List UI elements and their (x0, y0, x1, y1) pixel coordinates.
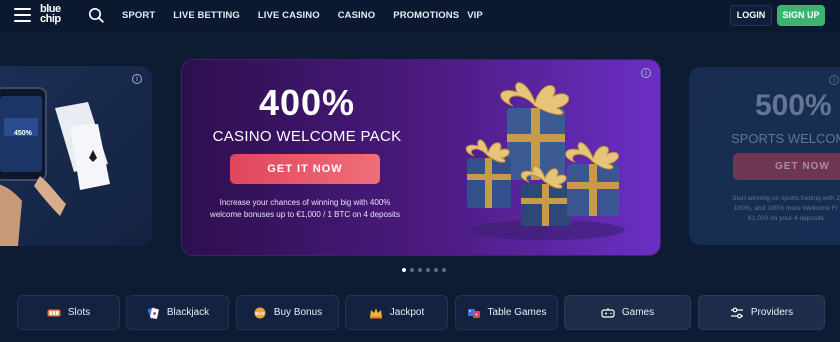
carousel-dot[interactable] (418, 268, 422, 272)
main-nav: SPORT LIVE BETTING LIVE CASINO CASINO PR… (122, 10, 501, 21)
top-header: blue chip SPORT LIVE BETTING LIVE CASINO… (0, 0, 840, 32)
carousel-dot[interactable] (426, 268, 430, 272)
carousel-dot[interactable] (442, 268, 446, 272)
promo-card-casino-welcome[interactable]: i 400% CASINO WELCOME PACK GET IT NOW In… (181, 59, 661, 256)
login-button[interactable]: LOGIN (730, 5, 772, 26)
sliders-icon (730, 307, 743, 318)
category-label: Providers (750, 307, 794, 318)
category-jackpot[interactable]: Jackpot (345, 295, 448, 330)
nav-live-casino[interactable]: LIVE CASINO (258, 10, 320, 21)
right-promo-headline: 500% (755, 89, 832, 122)
carousel-dot[interactable] (434, 268, 438, 272)
logo[interactable]: blue chip (40, 4, 66, 25)
right-promo-subtitle: SPORTS WELCOME (731, 131, 840, 146)
info-icon[interactable]: i (829, 75, 839, 85)
category-slots[interactable]: Slots (17, 295, 120, 330)
promo-card-sports-welcome[interactable]: i 500% SPORTS WELCOME GET NOW Start winn… (689, 67, 840, 245)
signup-button[interactable]: SIGN UP (777, 5, 825, 26)
get-it-now-button[interactable]: GET IT NOW (230, 154, 380, 184)
slot-machine-icon (47, 309, 61, 316)
crown-icon (369, 308, 382, 318)
phone-bonus-text: 450% (14, 130, 32, 137)
carousel-dots (402, 268, 446, 272)
nav-vip[interactable]: VIP (467, 10, 483, 21)
category-games[interactable]: Games (564, 295, 691, 330)
phone-cards-illustration (0, 87, 110, 246)
nav-promotions[interactable]: PROMOTIONS (393, 10, 459, 21)
category-buy-bonus[interactable]: BUY Buy Bonus (236, 295, 339, 330)
category-bar: Slots Blackjack BUY Buy Bonus Jackpot Ta… (0, 295, 840, 331)
promo-card-left[interactable]: i 450% (0, 66, 152, 246)
category-label: Table Games (487, 307, 547, 318)
promo-subtitle: CASINO WELCOME PACK (212, 128, 402, 145)
right-desc-line-1: Start winning on sports betting with 2 (732, 195, 840, 202)
promo-description: Increase your chances of winning big wit… (210, 198, 400, 219)
right-desc-line-2: 100%, and 100% more Welcome Fr (733, 205, 839, 212)
cards-icon (147, 306, 159, 319)
search-icon[interactable] (88, 7, 104, 23)
category-label: Buy Bonus (273, 307, 323, 318)
category-providers[interactable]: Providers (698, 295, 825, 330)
gamepad-icon (601, 307, 615, 318)
category-label: Jackpot (389, 307, 425, 318)
category-label: Blackjack (166, 307, 210, 318)
bonus-coin-icon: BUY (254, 307, 266, 318)
category-label: Slots (67, 307, 91, 318)
promo-headline: 400% (258, 82, 356, 123)
gift-boxes-illustration (465, 82, 625, 240)
dice-icon (467, 308, 480, 318)
nav-live-betting[interactable]: LIVE BETTING (173, 10, 240, 21)
carousel-dot[interactable] (410, 268, 414, 272)
category-table-games[interactable]: Table Games (455, 295, 558, 330)
category-label: Games (621, 307, 655, 318)
logo-line-2: chip (40, 13, 61, 25)
carousel-dot[interactable] (402, 268, 406, 272)
menu-icon[interactable] (14, 8, 31, 22)
right-desc-line-3: €1,000 on your 4 deposits (748, 215, 824, 222)
nav-casino[interactable]: CASINO (338, 10, 376, 21)
svg-text:BUY: BUY (255, 311, 265, 316)
category-blackjack[interactable]: Blackjack (126, 295, 229, 330)
nav-sport[interactable]: SPORT (122, 10, 155, 21)
get-now-button[interactable]: GET NOW (733, 153, 840, 180)
right-promo-description: Start winning on sports betting with 2 1… (721, 194, 840, 224)
